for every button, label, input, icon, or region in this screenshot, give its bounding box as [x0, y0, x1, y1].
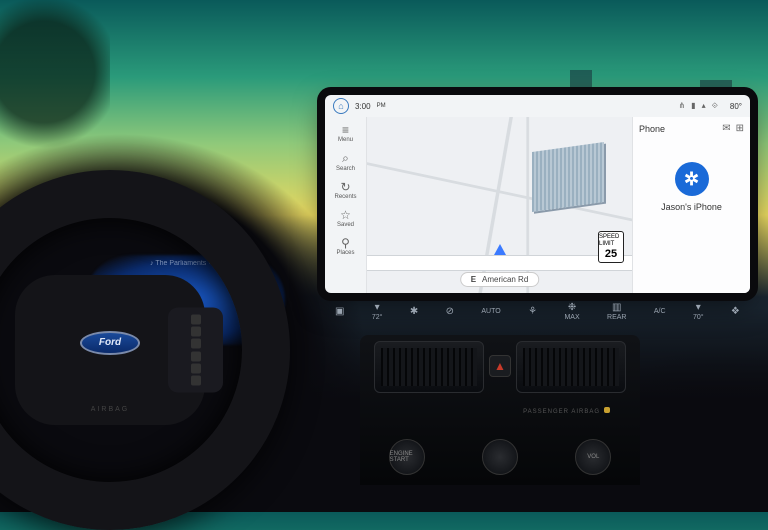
ac-label: A/C	[654, 308, 666, 315]
vent-right[interactable]	[516, 341, 626, 393]
airflow-button[interactable]: ⚘	[528, 306, 537, 317]
engine-start-button[interactable]: ENGINE START	[389, 439, 425, 475]
places-icon: ⚲	[325, 236, 366, 250]
volume-knob[interactable]: VOL	[575, 439, 611, 475]
airflow-icon: ⚘	[528, 306, 537, 317]
sidebar-label: Menu	[338, 137, 353, 143]
map-road	[367, 255, 632, 271]
rear-defrost-icon: ▥	[612, 302, 621, 313]
signal-icon: ▮	[691, 101, 695, 111]
current-street-pill[interactable]: E American Rd	[460, 272, 540, 287]
rear-label: REAR	[607, 314, 626, 321]
clock-time: 3:00	[355, 102, 371, 111]
map-building	[532, 142, 604, 212]
connected-device: Jason's iPhone	[661, 202, 722, 212]
tune-knob[interactable]	[482, 439, 518, 475]
ford-logo: Ford	[80, 331, 140, 355]
seat-heat-passenger[interactable]: ❖	[731, 306, 740, 317]
menu-icon: ≡	[325, 123, 366, 137]
fan-icon: ⊘	[446, 306, 454, 317]
sidebar-label: Recents	[334, 194, 356, 200]
wheel-button-pad[interactable]	[168, 308, 223, 393]
status-bar: ⌂ 3:00 PM ⋔ ▮ ▴ ⟐ 80°	[325, 95, 750, 117]
max-label: MAX	[564, 314, 579, 321]
sidebar-label: Search	[336, 166, 355, 172]
chevron-down-icon: ▾	[375, 302, 380, 313]
speed-limit-label: SPEED LIMIT	[599, 234, 623, 247]
wifi-icon: ⋔	[678, 101, 685, 111]
sidebar-item-saved[interactable]: ☆Saved	[325, 204, 366, 232]
driver-temp-value: 72°	[372, 314, 383, 321]
sidebar-label: Places	[336, 250, 354, 256]
vehicle-cursor-icon	[494, 244, 506, 255]
vent-left[interactable]	[374, 341, 484, 393]
infotainment-screen: ⌂ 3:00 PM ⋔ ▮ ▴ ⟐ 80° ≡Menu ⌕Search ↻Rec…	[325, 95, 750, 293]
seat-heat-driver[interactable]: ✱	[410, 306, 418, 317]
airbag-light-icon	[604, 407, 610, 413]
passenger-temp-value: 70°	[693, 314, 704, 321]
driver-temp[interactable]: ▾72°	[372, 302, 383, 321]
map-canvas[interactable]: E American Rd SPEED LIMIT 25	[367, 117, 632, 293]
wheel-hub: Ford AIRBAG	[15, 275, 205, 425]
sidebar-item-search[interactable]: ⌕Search	[325, 147, 366, 176]
chevron-down-icon: ▾	[696, 302, 701, 313]
sidebar-label: Saved	[337, 222, 354, 228]
outside-temp: 80°	[730, 102, 742, 111]
hazard-button[interactable]: ▲	[489, 355, 511, 377]
messages-icon[interactable]: ✉	[722, 123, 730, 134]
nav-sidebar: ≡Menu ⌕Search ↻Recents ☆Saved ⚲Places	[325, 117, 367, 293]
airbag-label: AIRBAG	[91, 406, 129, 413]
passenger-temp[interactable]: ▾70°	[693, 302, 704, 321]
cell-icon: ▴	[702, 101, 706, 111]
auto-button[interactable]: AUTO	[481, 308, 500, 315]
street-name: American Rd	[482, 275, 528, 284]
bluetooth-icon[interactable]: ✲	[675, 162, 709, 196]
rear-defrost-button[interactable]: ▥REAR	[607, 302, 626, 321]
climate-bar: ▣ ▾72° ✱ ⊘ AUTO ⚘ ❉MAX ▥REAR A/C ▾70° ❖	[325, 300, 750, 322]
sidebar-item-recents[interactable]: ↻Recents	[325, 176, 366, 204]
heading-letter: E	[471, 275, 476, 284]
recents-icon: ↻	[325, 180, 366, 194]
center-stack: ▲ PASSENGER AIRBAG ENGINE START VOL	[360, 335, 640, 485]
phone-panel: Phone ✉ ⊞ ✲ Jason's iPhone	[632, 117, 750, 293]
fan-button[interactable]: ⊘	[446, 306, 454, 317]
phone-panel-title: Phone	[639, 124, 665, 134]
speed-limit-sign: SPEED LIMIT 25	[598, 231, 624, 263]
search-icon: ⌕	[325, 151, 366, 166]
home-icon[interactable]: ⌂	[333, 98, 349, 114]
max-ac-button[interactable]: ❉MAX	[564, 302, 579, 321]
dialpad-icon[interactable]: ⊞	[736, 123, 744, 134]
passenger-airbag-indicator: PASSENGER AIRBAG	[523, 407, 610, 415]
auto-label: AUTO	[481, 308, 500, 315]
defrost-icon: ▣	[335, 306, 344, 317]
clock-meridiem: PM	[377, 103, 386, 109]
defrost-front-button[interactable]: ▣	[335, 306, 344, 317]
seat-heat-icon: ✱	[410, 306, 418, 317]
satellite-icon: ⟐	[712, 101, 718, 111]
seat-heat-icon: ❖	[731, 306, 740, 317]
star-icon: ☆	[325, 208, 366, 222]
sidebar-item-menu[interactable]: ≡Menu	[325, 119, 366, 147]
sidebar-item-places[interactable]: ⚲Places	[325, 232, 366, 260]
ac-button[interactable]: A/C	[654, 308, 666, 315]
speed-limit-value: 25	[605, 248, 617, 260]
snow-icon: ❉	[568, 302, 576, 313]
